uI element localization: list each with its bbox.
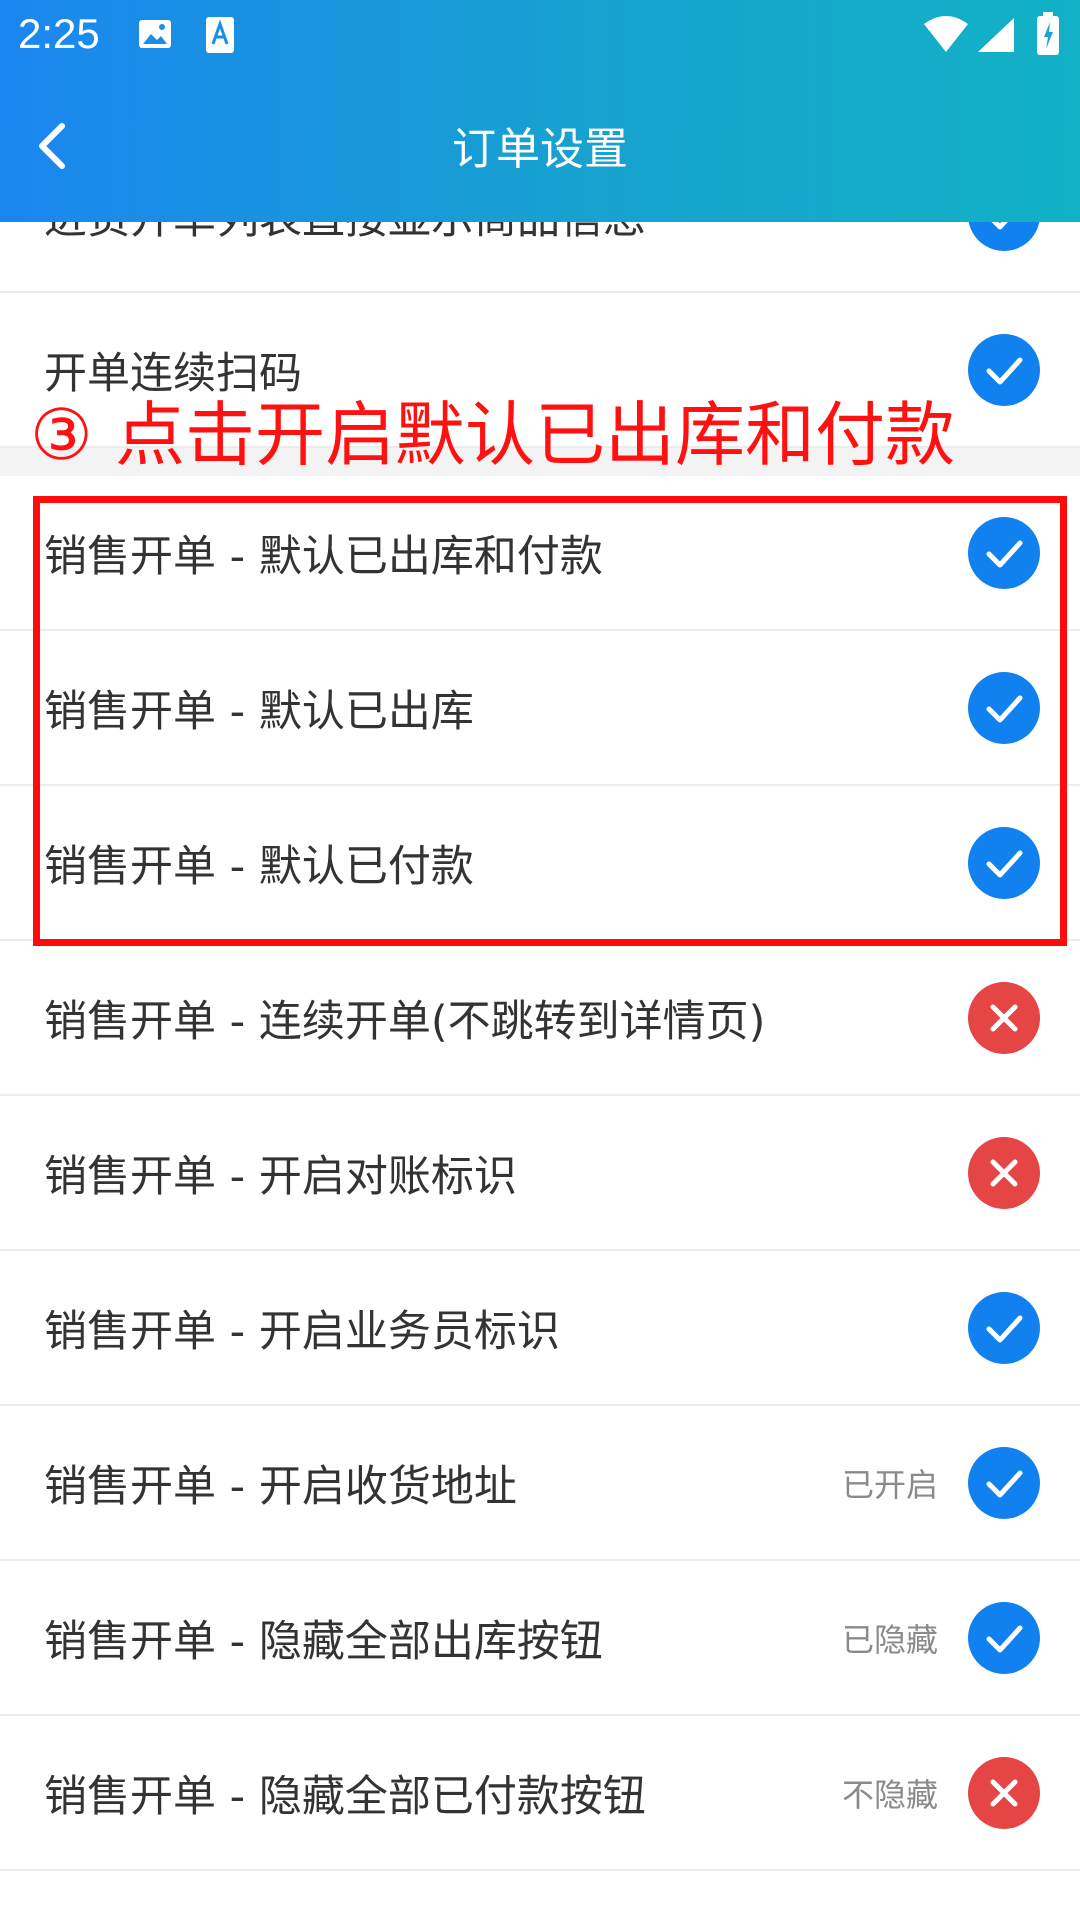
annotation-text: ③ 点击开启默认已出库和付款	[30, 394, 956, 476]
app-header: 2:25 订单设置	[0, 0, 1080, 222]
status-time: 2:25	[18, 10, 100, 57]
annotation-highlight-box	[33, 496, 1067, 946]
close-toggle-icon[interactable]	[968, 1136, 1040, 1209]
setting-label: 销售开单 - 连续开单(不跳转到详情页)	[44, 996, 766, 1047]
check-toggle-icon[interactable]	[968, 333, 1040, 406]
close-toggle-icon[interactable]	[968, 1756, 1040, 1829]
setting-status: 已隐藏	[841, 1620, 938, 1659]
check-toggle-icon[interactable]	[968, 1446, 1040, 1519]
setting-row[interactable]: 销售开单 - 隐藏全部已付款按钮 不隐藏	[0, 1716, 1080, 1871]
setting-label: 销售开单 - 开启收货地址	[44, 1461, 517, 1512]
setting-label: 销售开单 - 隐藏全部已付款按钮	[44, 1771, 646, 1822]
setting-row[interactable]: 销售开单 - 开启收货地址 已开启	[0, 1406, 1080, 1561]
setting-label: 开单连续扫码	[44, 348, 302, 399]
check-toggle-icon[interactable]	[968, 1291, 1040, 1364]
image-icon	[137, 16, 173, 56]
setting-label: 销售开单 - 隐藏全部出库按钮	[44, 1616, 603, 1667]
setting-label: 销售开单 - 开启业务员标识	[44, 1306, 560, 1357]
wifi-icon	[922, 14, 970, 58]
page-title: 订单设置	[452, 124, 628, 175]
battery-icon	[1036, 12, 1060, 60]
signal-icon	[976, 16, 1016, 58]
check-toggle-icon[interactable]	[968, 1601, 1040, 1674]
setting-row[interactable]: 销售开单 - 连续开单(不跳转到详情页)	[0, 941, 1080, 1096]
setting-label: 销售开单 - 开启对账标识	[44, 1151, 517, 1202]
status-bar: 2:25	[0, 0, 1080, 74]
setting-row[interactable]: 销售开单 - 开启对账标识	[0, 1096, 1080, 1251]
font-app-icon	[205, 16, 235, 58]
close-toggle-icon[interactable]	[968, 981, 1040, 1054]
setting-row[interactable]: 销售开单 - 开启业务员标识	[0, 1251, 1080, 1406]
setting-row[interactable]: 销售开单 - 隐藏全部出库按钮 已隐藏	[0, 1561, 1080, 1716]
setting-status: 不隐藏	[841, 1775, 938, 1814]
setting-status: 已开启	[841, 1465, 938, 1504]
